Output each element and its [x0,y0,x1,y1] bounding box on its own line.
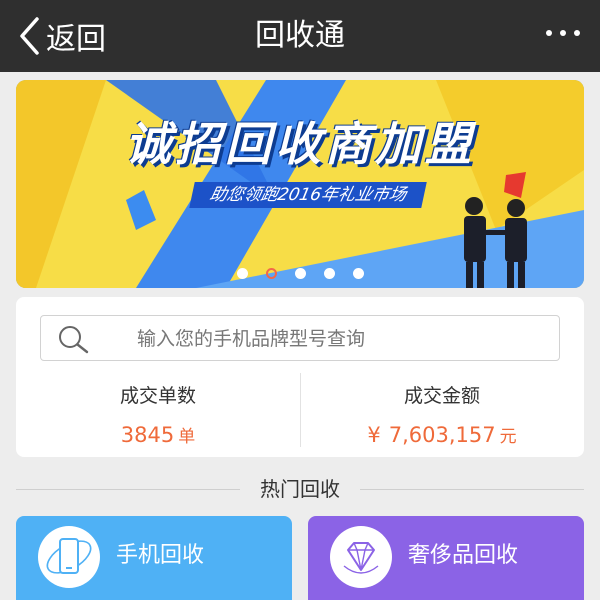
carousel-dot[interactable] [323,268,335,279]
deal-amount-label: 成交金额 [403,385,480,407]
luxury-recycle-label: 奢侈品回收 [408,543,519,568]
carousel-dot[interactable] [294,268,306,279]
carousel-dot-active[interactable] [265,268,277,279]
phone-icon [38,526,100,588]
deal-count-value: 3845 [120,423,175,447]
search-input[interactable]: 输入您的手机品牌型号查询 [40,315,560,361]
search-stats-card: 输入您的手机品牌型号查询 成交单数 3845 单 成交金额 ¥7,603,157 元 [16,297,584,457]
carousel-dot[interactable] [352,268,364,279]
hot-recycle-heading: 热门回收 [16,474,584,504]
carousel-dots [0,268,600,282]
deal-count-value-row: 3845 单 [16,421,300,449]
phone-recycle-label: 手机回收 [116,543,205,568]
phone-recycle-button[interactable]: 手机回收 [16,516,292,600]
banner-subtitle: 助您领跑2016年礼业市场 [189,182,427,208]
deal-count-stat: 成交单数 3845 单 [16,383,300,449]
deal-amount-value: 7,603,157 [388,423,496,447]
top-navbar: 返回 回收通 [0,0,600,72]
chevron-left-icon [18,16,40,56]
back-button[interactable]: 返回 [18,14,106,58]
carousel-dot[interactable] [236,268,248,279]
divider-line [360,489,584,490]
banner-headline: 诚招回收商加盟 [125,117,475,171]
deal-amount-unit: 元 [499,427,517,447]
diamond-icon [330,526,392,588]
deal-count-unit: 单 [178,427,196,447]
search-placeholder: 输入您的手机品牌型号查询 [137,328,366,350]
deal-count-label: 成交单数 [119,385,196,407]
currency-symbol: ¥ [367,423,381,447]
deal-amount-value-row: ¥7,603,157 元 [300,421,584,449]
luxury-recycle-button[interactable]: 奢侈品回收 [308,516,584,600]
more-options-icon[interactable] [546,30,580,36]
deal-amount-stat: 成交金额 ¥7,603,157 元 [300,383,584,449]
back-label: 返回 [46,22,106,57]
promo-banner[interactable]: 诚招回收商加盟 助您领跑2016年礼业市场 [16,80,584,288]
